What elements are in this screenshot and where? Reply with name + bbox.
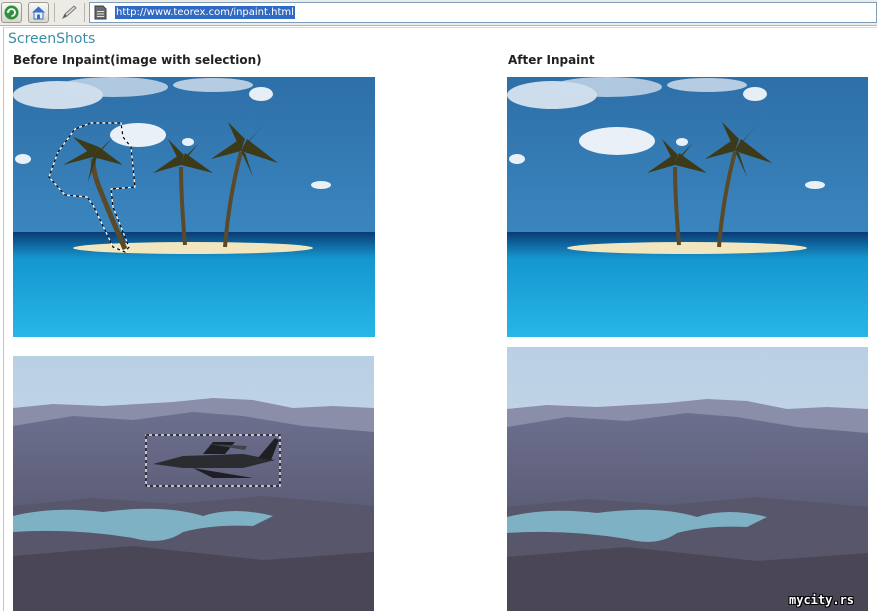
home-icon — [32, 6, 45, 20]
toolbar-separator — [84, 3, 85, 22]
url-text[interactable]: http://www.teorex.com/inpaint.html — [115, 6, 295, 19]
before-label: Before Inpaint(image with selection) — [13, 53, 262, 67]
island-after-image — [507, 77, 868, 337]
watermark: mycity.rs — [789, 593, 855, 607]
refresh-icon — [4, 5, 19, 20]
page-icon — [94, 5, 107, 20]
island-before-image — [13, 77, 375, 337]
mountain-before-image — [13, 356, 374, 611]
address-bar[interactable]: http://www.teorex.com/inpaint.html — [89, 2, 877, 23]
after-label: After Inpaint — [508, 53, 595, 67]
pencil-icon — [61, 5, 77, 20]
section-title: ScreenShots — [8, 31, 96, 47]
browser-toolbar: http://www.teorex.com/inpaint.html — [0, 0, 877, 26]
edit-button[interactable] — [58, 2, 79, 23]
home-button[interactable] — [28, 2, 49, 23]
refresh-button[interactable] — [1, 2, 22, 23]
toolbar-separator — [54, 3, 55, 22]
content-divider — [3, 27, 877, 28]
content-border — [3, 27, 4, 611]
mountain-after-image — [507, 347, 868, 611]
